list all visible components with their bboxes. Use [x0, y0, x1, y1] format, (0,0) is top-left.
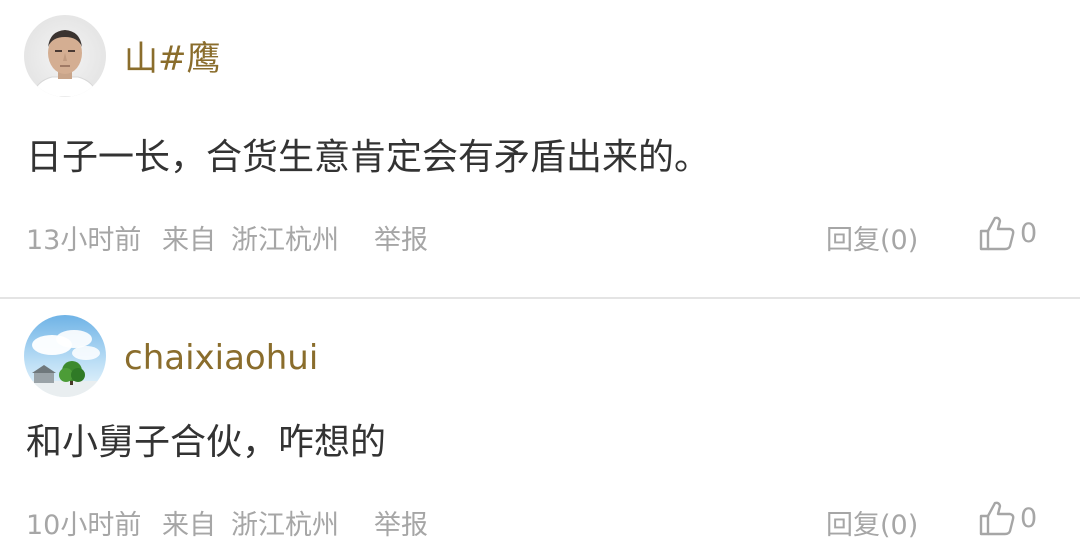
- comment-time: 13小时前: [26, 225, 142, 256]
- sky-tree-landscape-avatar-icon: [24, 315, 106, 397]
- comment-location: 浙江杭州: [231, 225, 339, 256]
- comment-time: 10小时前: [26, 510, 142, 541]
- avatar[interactable]: [24, 15, 106, 97]
- comment-location: 浙江杭州: [231, 510, 339, 541]
- username[interactable]: 山#鹰: [124, 42, 221, 76]
- comment-text: 和小舅子合伙，咋想的: [26, 422, 387, 463]
- thumbs-up-icon: [979, 501, 1015, 536]
- reply-button[interactable]: 回复(0): [826, 218, 918, 257]
- comment-item: 山#鹰 日子一长，合货生意肯定会有矛盾出来的。 13小时前 来自 浙江杭州 举报…: [0, 0, 1080, 297]
- like-button[interactable]: 0: [978, 214, 1058, 254]
- comment-meta: 13小时前 来自 浙江杭州 举报 回复(0) 0: [0, 214, 1080, 257]
- from-label: 来自: [162, 510, 216, 541]
- comment-meta: 10小时前 来自 浙江杭州 举报 回复(0) 0: [0, 499, 1080, 542]
- report-button[interactable]: 举报: [374, 503, 428, 542]
- thumbs-up-icon: [979, 216, 1015, 251]
- from-label: 来自: [162, 225, 216, 256]
- avatar[interactable]: [24, 315, 106, 397]
- like-button[interactable]: 0: [978, 499, 1058, 539]
- like-count: 0: [1020, 218, 1038, 249]
- man-portrait-avatar-icon: [24, 15, 106, 97]
- username[interactable]: chaixiaohui: [124, 341, 318, 375]
- report-button[interactable]: 举报: [374, 218, 428, 257]
- comment-item: chaixiaohui 和小舅子合伙，咋想的 10小时前 来自 浙江杭州 举报 …: [0, 299, 1080, 551]
- reply-button[interactable]: 回复(0): [826, 503, 918, 542]
- comment-text: 日子一长，合货生意肯定会有矛盾出来的。: [26, 137, 711, 178]
- like-count: 0: [1020, 503, 1038, 534]
